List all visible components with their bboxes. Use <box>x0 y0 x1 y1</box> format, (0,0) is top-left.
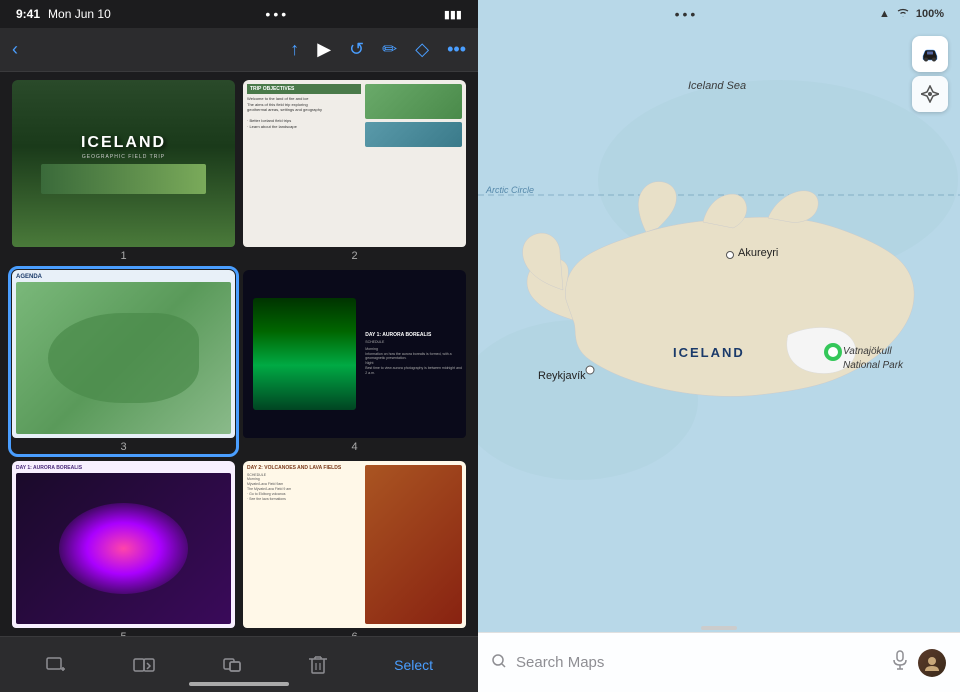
slide-item-1[interactable]: ICELAND GEOGRAPHIC FIELD TRIP 1 <box>12 80 235 262</box>
slide-item-3[interactable]: AGENDA 3 <box>12 270 235 452</box>
slide-thumb-4: DAY 1: AURORA BOREALIS SCHEDULE MorningI… <box>243 270 466 437</box>
maps-panel: ••• ▲ 100% Iceland Sea ICELAND Akureyri … <box>478 0 960 692</box>
slide-2-title: TRIP OBJECTIVES <box>247 84 361 94</box>
map-status-right: ▲ 100% <box>879 7 944 21</box>
map-status-bar: ••• ▲ 100% <box>478 0 960 28</box>
slide-5-viz <box>16 473 231 624</box>
slide-number-6: 6 <box>243 631 466 636</box>
slide-2-image2 <box>365 122 462 147</box>
slide-item-5[interactable]: DAY 1: AURORA BOREALIS 5 <box>12 461 235 637</box>
slide-number-4: 4 <box>243 441 466 453</box>
map-status-dots: ••• <box>675 6 699 22</box>
slide-4-text: MorningInformation on how the aurora bor… <box>365 347 462 376</box>
status-date: Mon Jun 10 <box>48 7 111 21</box>
select-button[interactable]: Select <box>394 657 433 673</box>
slide-thumb-3: AGENDA <box>12 270 235 437</box>
car-navigation-button[interactable] <box>912 36 948 72</box>
slide-5-title: DAY 1: AURORA BOREALIS <box>16 465 231 471</box>
slide-3-iceland <box>48 313 199 404</box>
keynote-toolbar: ‹ ↑ ▶ ↺ ✏ ◇ ••• <box>0 28 478 72</box>
slide-2-image1 <box>365 84 462 119</box>
delete-button[interactable] <box>308 654 328 676</box>
slides-container[interactable]: ICELAND GEOGRAPHIC FIELD TRIP 1 TRIP OBJ… <box>0 72 478 636</box>
slide-4-title: DAY 1: AURORA BOREALIS <box>365 332 462 338</box>
map-background[interactable]: ••• ▲ 100% Iceland Sea ICELAND Akureyri … <box>478 0 960 692</box>
draw-button[interactable]: ✏ <box>382 39 397 60</box>
slide-4-left <box>247 274 362 433</box>
slide-4-aurora <box>253 298 357 409</box>
slide-number-1: 1 <box>12 250 235 262</box>
slide-6-left: DAY 2: VOLCANOES AND LAVA FIELDS SCHEDUL… <box>247 465 362 624</box>
slide-4-schedule-title: SCHEDULE <box>365 340 462 345</box>
slide-item-4[interactable]: DAY 1: AURORA BOREALIS SCHEDULE MorningI… <box>243 270 466 452</box>
slide-number-2: 2 <box>243 250 466 262</box>
wifi-icon <box>896 7 910 21</box>
signal-icon: ▲ <box>879 8 890 20</box>
play-button[interactable]: ▶ <box>317 39 331 60</box>
keynote-panel: 9:41 Mon Jun 10 ••• ▮▮▮ ‹ ↑ ▶ ↺ ✏ ◇ ••• <box>0 0 478 692</box>
search-icon <box>492 654 506 671</box>
search-placeholder[interactable]: Search Maps <box>516 654 882 671</box>
slide-1-title: ICELAND <box>81 134 166 152</box>
slide-6-image <box>365 465 462 624</box>
slide-2-text: Welcome to the land of fire and ice The … <box>247 96 361 130</box>
status-bar-left: 9:41 Mon Jun 10 ••• ▮▮▮ <box>0 0 478 28</box>
add-slide-button[interactable] <box>45 654 67 676</box>
slide-1-image <box>41 164 207 194</box>
status-icons: ▮▮▮ <box>444 8 462 21</box>
slide-number-5: 5 <box>12 631 235 636</box>
slide-6-text: SCHEDULEMorningMývatn/Lava Field 9amThe … <box>247 473 362 502</box>
more-button[interactable]: ••• <box>447 39 466 60</box>
slide-3-title: AGENDA <box>16 274 231 280</box>
slide-item-6[interactable]: DAY 2: VOLCANOES AND LAVA FIELDS SCHEDUL… <box>243 461 466 637</box>
slide-thumb-1: ICELAND GEOGRAPHIC FIELD TRIP <box>12 80 235 247</box>
search-bar[interactable]: Search Maps <box>478 632 960 692</box>
location-button[interactable] <box>912 76 948 112</box>
slide-item-2[interactable]: TRIP OBJECTIVES Welcome to the land of f… <box>243 80 466 262</box>
slide-thumb-6: DAY 2: VOLCANOES AND LAVA FIELDS SCHEDUL… <box>243 461 466 628</box>
slides-grid: ICELAND GEOGRAPHIC FIELD TRIP 1 TRIP OBJ… <box>12 80 466 636</box>
battery-icon: ▮▮▮ <box>444 8 462 21</box>
map-controls <box>912 36 948 112</box>
slide-4-right: DAY 1: AURORA BOREALIS SCHEDULE MorningI… <box>365 274 462 433</box>
slide-2-right <box>365 84 462 243</box>
map-svg <box>478 0 960 692</box>
battery-right: 100% <box>916 8 944 20</box>
loop-button[interactable]: ↺ <box>349 39 364 60</box>
share-button[interactable]: ↑ <box>290 39 299 60</box>
shape-button[interactable]: ◇ <box>415 39 429 60</box>
slide-thumb-5: DAY 1: AURORA BOREALIS <box>12 461 235 628</box>
slide-3-map <box>16 282 231 433</box>
group-button[interactable] <box>221 654 243 676</box>
back-button[interactable]: ‹ <box>12 39 18 60</box>
status-time: 9:41 <box>16 7 40 21</box>
user-avatar[interactable] <box>918 649 946 677</box>
home-indicator <box>189 682 289 686</box>
toolbar-actions: ↑ ▶ ↺ ✏ ◇ ••• <box>290 39 466 60</box>
slide-thumb-2: TRIP OBJECTIVES Welcome to the land of f… <box>243 80 466 247</box>
slide-5-glow <box>59 503 188 594</box>
slide-1-subtitle: GEOGRAPHIC FIELD TRIP <box>82 154 165 160</box>
slide-6-title: DAY 2: VOLCANOES AND LAVA FIELDS <box>247 465 362 471</box>
drag-handle <box>701 626 737 630</box>
status-dots-left: ••• <box>265 6 289 22</box>
slide-2-left: TRIP OBJECTIVES Welcome to the land of f… <box>247 84 361 243</box>
transition-button[interactable] <box>133 654 155 676</box>
slide-number-3: 3 <box>12 441 235 453</box>
microphone-icon[interactable] <box>892 650 908 675</box>
